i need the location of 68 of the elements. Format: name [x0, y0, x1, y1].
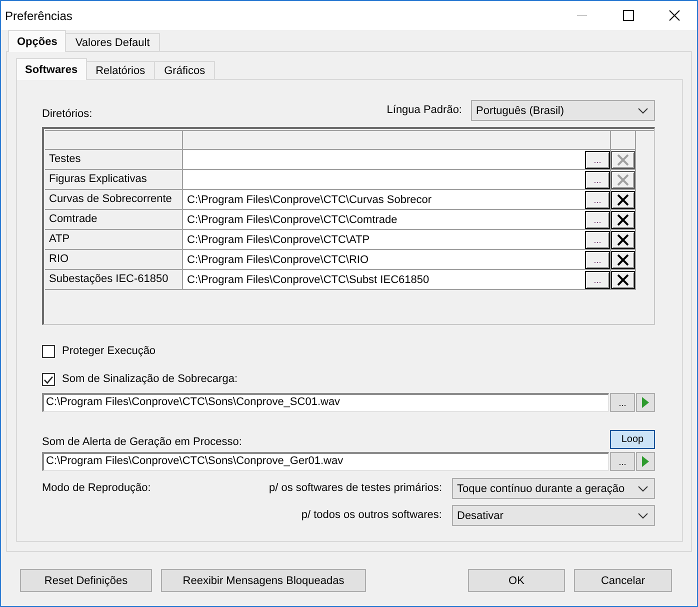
language-dropdown[interactable]: Português (Brasil) [471, 100, 655, 121]
checkbox-label: Som de Sinalização de Sobrecarga: [62, 373, 238, 386]
file-path-field[interactable]: C:\Program Files\Conprove\CTC\Sons\Conprove_Ger01.wav [42, 452, 609, 471]
remove-button[interactable] [611, 250, 635, 268]
path-text: C:\Program Files\Conprove\CTC\Curvas Sobrecor [187, 194, 433, 206]
dialog-button[interactable]: OK [468, 569, 565, 592]
chevron-down-icon [638, 512, 648, 518]
loop-toggle[interactable]: Loop [610, 430, 655, 449]
remove-button[interactable] [611, 230, 635, 248]
mode-dropdown[interactable]: Toque contínuo durante a geração [452, 478, 655, 499]
table-cell: Figuras Explicativas [45, 170, 183, 190]
browse-button[interactable]: ... [585, 190, 610, 208]
checkbox-label: Proteger Execução [62, 345, 156, 358]
browse-button[interactable]: ... [585, 150, 610, 168]
remove-button[interactable] [611, 190, 635, 208]
dialog-button[interactable]: Reexibir Mensagens Bloqueadas [161, 569, 366, 592]
tab[interactable]: Opções [8, 30, 66, 52]
table-cell: ATP [45, 230, 183, 250]
browse-button[interactable]: ... [610, 393, 635, 412]
remove-button[interactable] [611, 210, 635, 228]
cross-icon [617, 274, 629, 286]
checkmark-icon [44, 376, 53, 384]
remove-button[interactable] [611, 270, 635, 288]
browse-button[interactable]: ... [585, 230, 610, 248]
window-title: Preferências [4, 8, 72, 22]
play-icon [642, 456, 649, 467]
table-cell: RIO [45, 250, 183, 270]
field-label: p/ todos os outros softwares: [301, 509, 442, 522]
play-button[interactable] [636, 452, 655, 471]
chevron-down-icon [638, 108, 648, 114]
dialog-button[interactable]: Cancelar [574, 569, 672, 592]
maximize-icon[interactable] [622, 10, 634, 21]
close-icon[interactable] [668, 10, 680, 21]
tab[interactable]: Valores Default [65, 33, 160, 51]
table-cell: Subestações IEC-61850 [45, 270, 183, 290]
play-icon [642, 397, 649, 408]
cross-icon [617, 154, 629, 166]
table-cell: Comtrade [45, 210, 183, 230]
path-text: C:\Program Files\Conprove\CTC\ATP [187, 234, 371, 246]
field-label: p/ os softwares de testes primários: [268, 482, 442, 495]
path-text: C:\Program Files\Conprove\CTC\RIO [187, 254, 370, 266]
section-label: Diretórios: [42, 108, 92, 121]
path-text: C:\Program Files\Conprove\CTC\Comtrade [187, 214, 398, 226]
file-path-field[interactable]: C:\Program Files\Conprove\CTC\Sons\Conprove_SC01.wav [42, 393, 609, 412]
browse-button[interactable]: ... [585, 250, 610, 268]
field-label: Som de Alerta de Geração em Processo: [42, 436, 242, 449]
browse-button[interactable]: ... [585, 270, 610, 288]
table-cell: Testes [45, 150, 183, 170]
browse-button[interactable]: ... [585, 170, 610, 188]
cross-icon [617, 214, 629, 226]
tab[interactable]: Gráficos [154, 61, 216, 79]
cross-icon [617, 254, 629, 266]
cross-icon [617, 174, 629, 186]
tab[interactable]: Softwares [16, 58, 87, 80]
dialog-button[interactable]: Reset Definições [20, 569, 152, 592]
play-button[interactable] [636, 393, 655, 412]
cross-icon [617, 194, 629, 206]
checkbox[interactable] [42, 373, 55, 386]
checkbox[interactable] [42, 345, 55, 358]
field-label: Língua Padrão: [386, 104, 462, 117]
path-text: C:\Program Files\Conprove\CTC\Subst IEC61850 [187, 274, 430, 286]
mode-dropdown[interactable]: Desativar [452, 505, 655, 526]
table-cell: Curvas de Sobrecorrente [45, 190, 183, 210]
cross-icon [617, 234, 629, 246]
browse-button[interactable]: ... [585, 210, 610, 228]
field-label: Modo de Reprodução: [42, 482, 151, 495]
chevron-down-icon [638, 486, 648, 492]
browse-button[interactable]: ... [610, 452, 635, 471]
